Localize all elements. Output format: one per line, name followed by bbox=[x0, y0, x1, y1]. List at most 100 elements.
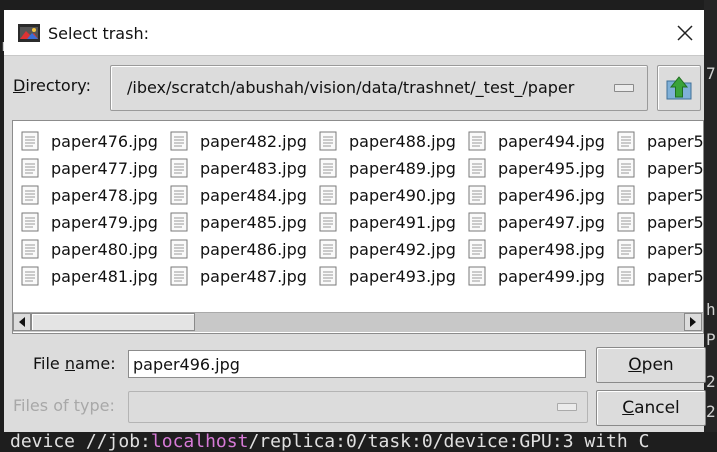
file-item-label: paper494.jpg bbox=[498, 131, 605, 151]
file-item[interactable]: paper50 bbox=[617, 129, 704, 153]
terminal-edge-text: 2 bbox=[706, 402, 716, 421]
file-item-label: paper481.jpg bbox=[51, 266, 158, 286]
terminal-edge-text: 7 bbox=[706, 64, 716, 83]
scroll-right-button[interactable] bbox=[684, 313, 702, 331]
file-item[interactable]: paper50 bbox=[617, 210, 704, 234]
file-icon bbox=[21, 212, 39, 232]
open-button[interactable]: Open bbox=[596, 347, 706, 383]
file-item[interactable]: paper489.jpg bbox=[319, 156, 456, 180]
file-icon bbox=[468, 266, 486, 286]
file-icon bbox=[319, 131, 337, 151]
file-item[interactable]: paper486.jpg bbox=[170, 237, 307, 261]
file-item[interactable]: paper496.jpg bbox=[468, 183, 605, 207]
file-item-label: paper485.jpg bbox=[200, 212, 307, 232]
file-item[interactable]: paper494.jpg bbox=[468, 129, 605, 153]
file-icon bbox=[21, 266, 39, 286]
app-icon bbox=[18, 24, 40, 42]
file-item[interactable]: paper484.jpg bbox=[170, 183, 307, 207]
file-item[interactable]: paper50 bbox=[617, 264, 704, 288]
file-icon bbox=[617, 239, 635, 259]
file-icon bbox=[319, 185, 337, 205]
arrow-right-icon bbox=[690, 317, 696, 327]
directory-label: Directory: bbox=[13, 76, 91, 95]
file-item-label: paper50 bbox=[647, 266, 704, 286]
file-item[interactable]: paper479.jpg bbox=[21, 210, 158, 234]
scrollbar-thumb[interactable] bbox=[31, 313, 195, 331]
file-icon bbox=[170, 131, 188, 151]
file-item-label: paper489.jpg bbox=[349, 158, 456, 178]
file-item-label: paper482.jpg bbox=[200, 131, 307, 151]
file-item-label: paper50 bbox=[647, 212, 704, 232]
file-item[interactable]: paper483.jpg bbox=[170, 156, 307, 180]
file-icon bbox=[319, 212, 337, 232]
terminal-edge-text: 2 bbox=[706, 372, 716, 391]
cancel-button[interactable]: Cancel bbox=[596, 390, 706, 426]
file-list[interactable]: paper476.jpg paper477.jpg paper478.jpg pape… bbox=[12, 120, 704, 334]
file-item-label: paper50 bbox=[647, 239, 704, 259]
file-item[interactable]: paper478.jpg bbox=[21, 183, 158, 207]
arrow-left-icon bbox=[19, 317, 25, 327]
file-item[interactable]: paper490.jpg bbox=[319, 183, 456, 207]
file-item[interactable]: paper497.jpg bbox=[468, 210, 605, 234]
file-icon bbox=[617, 131, 635, 151]
file-icon bbox=[468, 185, 486, 205]
horizontal-scrollbar[interactable] bbox=[13, 312, 703, 332]
file-item-label: paper478.jpg bbox=[51, 185, 158, 205]
close-button[interactable] bbox=[672, 20, 698, 46]
file-item[interactable]: paper481.jpg bbox=[21, 264, 158, 288]
title-bar[interactable]: Select trash: bbox=[4, 10, 704, 56]
file-item[interactable]: paper499.jpg bbox=[468, 264, 605, 288]
file-item-label: paper499.jpg bbox=[498, 266, 605, 286]
dialog-title: Select trash: bbox=[48, 24, 149, 43]
file-item[interactable]: paper488.jpg bbox=[319, 129, 456, 153]
close-icon bbox=[677, 25, 693, 41]
file-item[interactable]: paper50 bbox=[617, 237, 704, 261]
directory-path: /ibex/scratch/abushah/vision/data/trashn… bbox=[127, 78, 575, 97]
file-item[interactable]: paper487.jpg bbox=[170, 264, 307, 288]
file-item-label: paper496.jpg bbox=[498, 185, 605, 205]
file-item[interactable]: paper50 bbox=[617, 156, 703, 180]
file-item-label: paper483.jpg bbox=[200, 158, 307, 178]
file-icon bbox=[617, 158, 635, 178]
file-item[interactable]: paper493.jpg bbox=[319, 264, 456, 288]
file-item-label: paper50 bbox=[647, 131, 704, 151]
file-item[interactable]: paper480.jpg bbox=[21, 237, 158, 261]
scroll-left-button[interactable] bbox=[13, 313, 31, 331]
file-item-label: paper50 bbox=[647, 185, 704, 205]
file-icon bbox=[468, 239, 486, 259]
file-item[interactable]: paper476.jpg bbox=[21, 129, 158, 153]
file-item[interactable]: paper498.jpg bbox=[468, 237, 605, 261]
file-item[interactable]: paper495.jpg bbox=[468, 156, 605, 180]
terminal-edge-text: h bbox=[706, 300, 716, 319]
file-item-label: paper493.jpg bbox=[349, 266, 456, 286]
file-item[interactable]: paper477.jpg bbox=[21, 156, 158, 180]
terminal-output-line: device //job:localhost/replica:0/task:0/… bbox=[0, 432, 717, 452]
directory-combo[interactable]: /ibex/scratch/abushah/vision/data/trashn… bbox=[110, 65, 648, 111]
file-icon bbox=[468, 212, 486, 232]
file-icon bbox=[21, 158, 39, 178]
file-icon bbox=[468, 158, 486, 178]
file-grid: paper476.jpg paper477.jpg paper478.jpg pape… bbox=[13, 129, 704, 299]
combo-indicator-icon bbox=[614, 84, 634, 92]
file-item[interactable]: paper482.jpg bbox=[170, 129, 307, 153]
file-item[interactable]: paper491.jpg bbox=[319, 210, 456, 234]
file-icon bbox=[468, 131, 486, 151]
file-icon bbox=[170, 185, 188, 205]
folder-up-icon bbox=[666, 76, 692, 100]
file-item[interactable]: paper50 bbox=[617, 183, 704, 207]
file-item[interactable]: paper492.jpg bbox=[319, 237, 456, 261]
file-item[interactable]: paper485.jpg bbox=[170, 210, 307, 234]
file-item-label: paper477.jpg bbox=[51, 158, 158, 178]
file-item-label: paper479.jpg bbox=[51, 212, 158, 232]
file-icon bbox=[617, 185, 635, 205]
file-icon bbox=[319, 239, 337, 259]
file-item-label: paper476.jpg bbox=[51, 131, 158, 151]
file-name-input[interactable] bbox=[128, 350, 586, 378]
file-item-label: paper486.jpg bbox=[200, 239, 307, 259]
file-icon bbox=[21, 131, 39, 151]
file-icon bbox=[617, 266, 635, 286]
file-item-label: paper495.jpg bbox=[498, 158, 605, 178]
file-icon bbox=[319, 266, 337, 286]
parent-directory-button[interactable] bbox=[657, 65, 701, 111]
file-item-label: paper491.jpg bbox=[349, 212, 456, 232]
